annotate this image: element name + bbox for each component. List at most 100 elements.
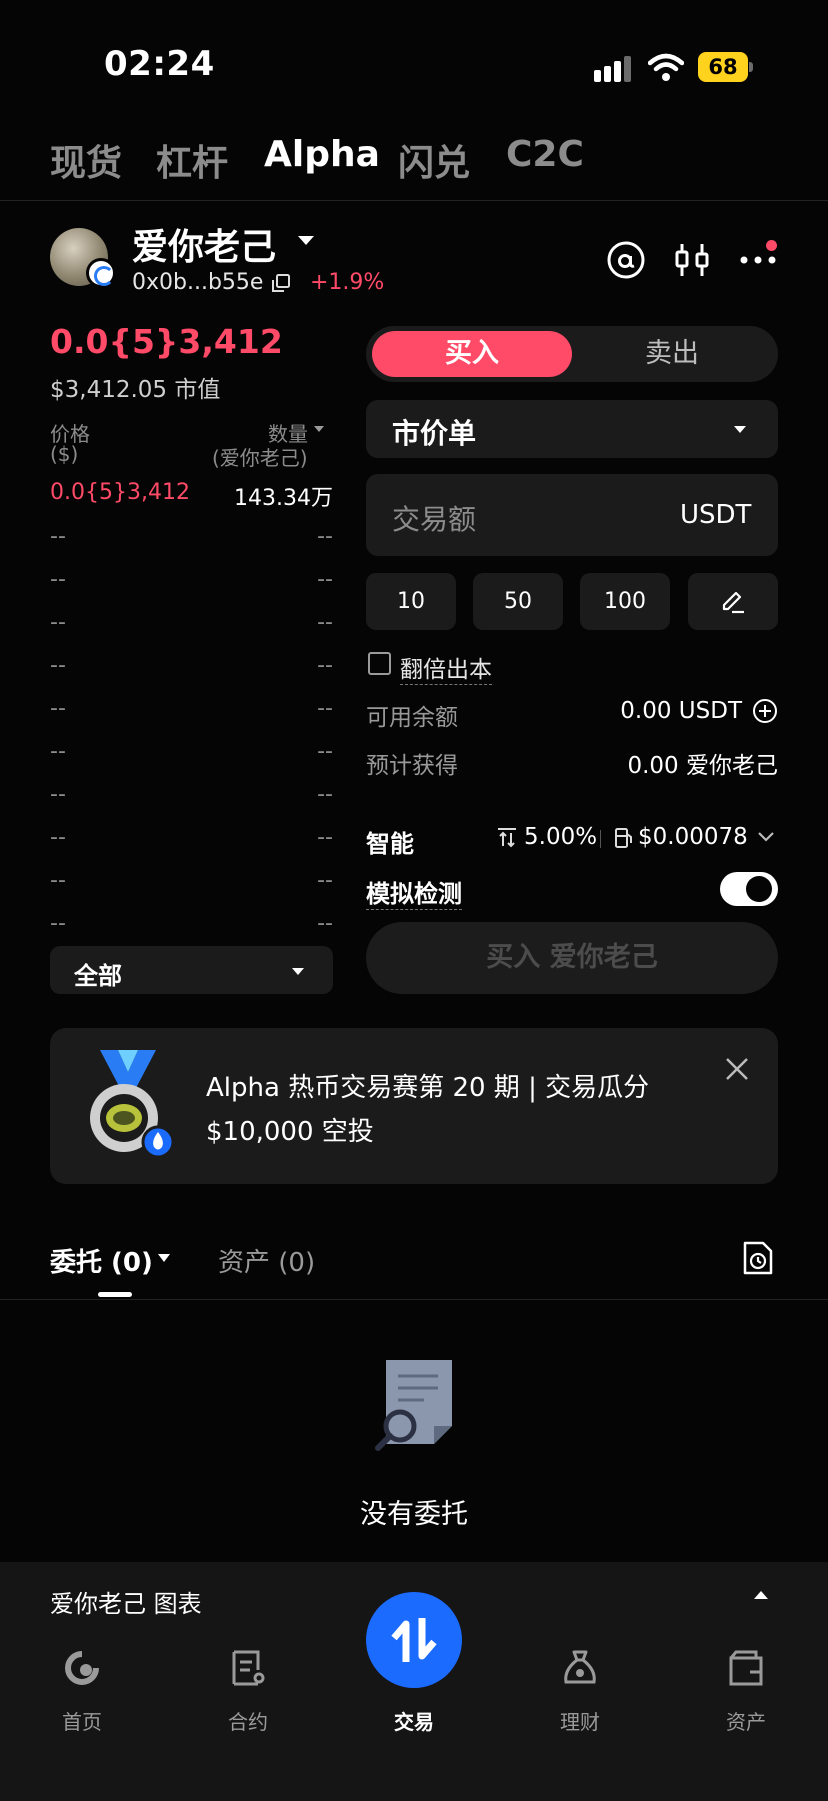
ob-row-qty: -- xyxy=(317,696,333,721)
order-book-row: -- -- xyxy=(50,653,333,683)
order-type-caret-icon xyxy=(734,426,746,433)
ob-row-qty: -- xyxy=(317,868,333,893)
finance-icon[interactable] xyxy=(560,1648,600,1688)
wallet-icon[interactable] xyxy=(726,1648,766,1688)
order-book-row: -- -- xyxy=(50,868,333,898)
order-book-row: -- -- xyxy=(50,825,333,855)
banner-text: Alpha 热币交易赛第 20 期 | 交易瓜分 $10,000 空投 xyxy=(206,1073,650,1147)
nav-finance-label[interactable]: 理财 xyxy=(530,1706,630,1735)
buy-tab[interactable]: 买入 xyxy=(372,331,572,377)
double-principal-label[interactable]: 翻倍出本 xyxy=(400,650,492,685)
simulate-check-label: 模拟检测 xyxy=(366,874,462,910)
toggle-knob xyxy=(746,876,772,902)
order-book-row: -- -- xyxy=(50,524,333,554)
available-balance-value: 0.00 USDT xyxy=(620,698,742,724)
nav-contract-label[interactable]: 合约 xyxy=(198,1706,298,1735)
wifi-icon xyxy=(648,53,684,81)
estimated-receive-label: 预计获得 xyxy=(366,753,458,779)
edit-icon xyxy=(722,591,744,614)
quick-amount-50-button[interactable]: 50 xyxy=(473,573,563,630)
smart-separator xyxy=(600,830,601,848)
gas-icon[interactable] xyxy=(614,827,634,849)
ob-row-price: -- xyxy=(50,825,66,850)
slippage-value[interactable]: 5.00% xyxy=(524,824,597,850)
order-book-row[interactable]: 0.0{5}3,412 143.34万 xyxy=(50,480,333,511)
status-time: 02:24 xyxy=(104,44,215,84)
gas-fee-value[interactable]: $0.00078 xyxy=(638,824,748,850)
available-balance-label: 可用余额 xyxy=(366,705,458,731)
sell-tab[interactable]: 卖出 xyxy=(572,331,772,377)
orders-divider xyxy=(0,1299,828,1300)
ob-row-qty: -- xyxy=(317,567,333,592)
qty-unit-caret-icon[interactable] xyxy=(314,426,324,432)
close-icon[interactable] xyxy=(724,1056,750,1082)
ob-row-price: -- xyxy=(50,868,66,893)
cellular-signal-icon xyxy=(594,56,631,82)
tab-alpha[interactable]: Alpha xyxy=(264,134,380,175)
order-history-icon[interactable] xyxy=(742,1240,774,1276)
order-book-row: -- -- xyxy=(50,696,333,726)
chart-toggle-label[interactable]: 爱你老己 图表 xyxy=(50,1584,202,1619)
tab-convert[interactable]: 闪兑 xyxy=(398,134,470,186)
tab-c2c[interactable]: C2C xyxy=(506,134,584,175)
quick-amount-100-button[interactable]: 100 xyxy=(580,573,670,630)
ob-qty-unit: (爱你老己) xyxy=(212,446,308,470)
token-name[interactable]: 爱你老己 xyxy=(132,218,276,270)
ob-row-price: -- xyxy=(50,610,66,635)
nav-assets-label[interactable]: 资产 xyxy=(696,1706,796,1735)
notification-dot xyxy=(766,240,777,251)
contract-icon[interactable] xyxy=(228,1648,268,1688)
token-change: +1.9% xyxy=(310,270,385,295)
token-selector-caret-icon[interactable] xyxy=(298,236,314,245)
order-book-row: -- -- xyxy=(50,610,333,640)
chevron-down-icon[interactable] xyxy=(757,830,775,844)
smart-mode-label: 智能 xyxy=(366,830,414,858)
ob-row-qty: -- xyxy=(317,653,333,678)
tab-orders[interactable]: 委托 (0) xyxy=(50,1242,153,1279)
quick-amount-10-button[interactable]: 10 xyxy=(366,573,456,630)
ob-row-price: -- xyxy=(50,696,66,721)
trade-nav-button[interactable] xyxy=(366,1592,462,1688)
amount-placeholder: 交易额 xyxy=(392,503,477,536)
order-book-row: -- -- xyxy=(50,739,333,769)
edit-amounts-button[interactable] xyxy=(688,573,778,630)
ob-row-qty: -- xyxy=(317,825,333,850)
ob-row-price: -- xyxy=(50,911,66,936)
copy-icon[interactable] xyxy=(272,274,290,292)
nav-trade-label[interactable]: 交易 xyxy=(364,1706,464,1735)
tab-assets[interactable]: 资产 (0) xyxy=(218,1242,315,1279)
filter-caret-icon xyxy=(292,968,304,975)
order-book-row: -- -- xyxy=(50,911,333,941)
tab-margin[interactable]: 杠杆 xyxy=(156,134,228,186)
ob-row-qty: 143.34万 xyxy=(234,486,333,511)
ob-row-qty: -- xyxy=(317,739,333,764)
double-principal-checkbox[interactable] xyxy=(368,652,391,675)
ob-row-price: -- xyxy=(50,739,66,764)
deposit-plus-icon[interactable] xyxy=(752,698,778,724)
ob-row-price: -- xyxy=(50,782,66,807)
submit-buy-button[interactable]: 买入 爱你老己 xyxy=(366,922,778,994)
ob-row-qty: -- xyxy=(317,782,333,807)
battery-level: 68 xyxy=(708,55,738,79)
active-tab-indicator xyxy=(98,1292,132,1297)
ob-price-unit: ($) xyxy=(50,442,79,466)
current-price: 0.0{5}3,412 xyxy=(50,322,283,361)
order-type-label: 市价单 xyxy=(392,417,477,450)
chevron-up-icon[interactable] xyxy=(754,1591,768,1599)
medal-icon xyxy=(90,1050,175,1158)
ob-row-qty: -- xyxy=(317,911,333,936)
amount-unit: USDT xyxy=(680,500,752,530)
nav-home-label[interactable]: 首页 xyxy=(32,1706,132,1735)
orders-filter-caret-icon[interactable] xyxy=(158,1254,170,1262)
ob-row-price: -- xyxy=(50,524,66,549)
token-address: 0x0b...b55e xyxy=(132,270,264,295)
tab-spot[interactable]: 现货 xyxy=(50,134,122,186)
mention-icon[interactable] xyxy=(606,240,646,280)
candlestick-chart-icon[interactable] xyxy=(672,240,712,280)
home-icon[interactable] xyxy=(62,1648,102,1688)
filter-label: 全部 xyxy=(74,962,122,990)
ob-row-qty: -- xyxy=(317,610,333,635)
empty-orders-text: 没有委托 xyxy=(360,1499,468,1530)
chain-badge-icon xyxy=(86,258,116,288)
slippage-icon[interactable] xyxy=(496,826,518,848)
